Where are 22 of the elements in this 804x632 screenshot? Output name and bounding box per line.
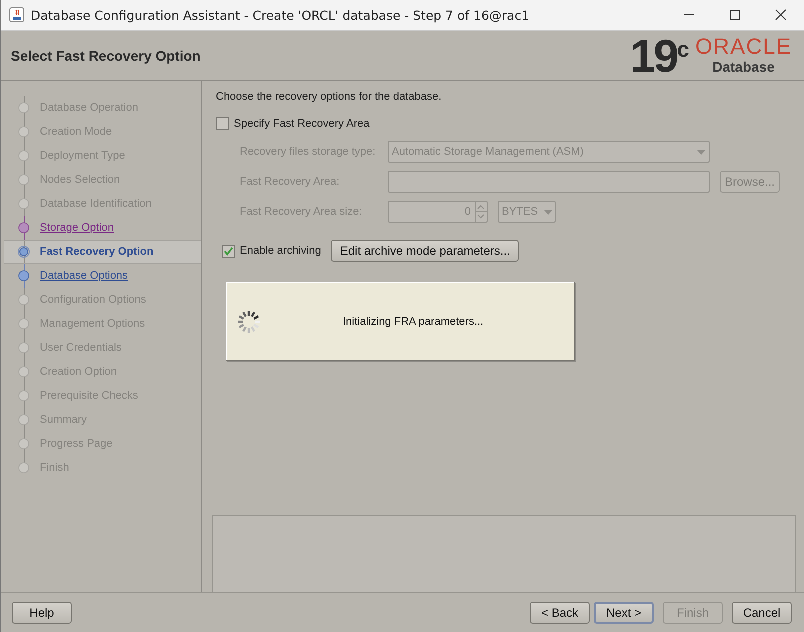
dialog-button[interactable]: Cancel: [732, 602, 792, 624]
product-name: Database: [712, 58, 775, 76]
version-number: 19: [630, 32, 678, 78]
step-item[interactable]: Storage Option: [40, 222, 114, 234]
step-item[interactable]: Database Options: [40, 270, 128, 282]
checkbox-label[interactable]: Enable archiving: [240, 245, 322, 257]
app-icon: [9, 7, 25, 23]
dialog-button[interactable]: Next >: [594, 602, 654, 624]
page-title: Select Fast Recovery Option: [11, 48, 201, 64]
dropdown-arrow-icon: [544, 210, 552, 214]
checkbox[interactable]: [222, 244, 235, 258]
brand-logo: ORACLE: [696, 36, 792, 58]
checkbox-label[interactable]: Specify Fast Recovery Area: [234, 118, 370, 130]
checkbox[interactable]: [216, 117, 229, 130]
dialog-button[interactable]: < Back: [530, 602, 590, 624]
progress-message: Initializing FRA parameters...: [343, 316, 484, 328]
archive-parameters-button[interactable]: Edit archive mode parameters...: [331, 240, 520, 262]
window-title: Database Configuration Assistant - Create 'ORCL' database - Step 7 of 16@rac1: [31, 8, 530, 22]
dropdown-arrow-icon: [697, 150, 706, 154]
version-suffix: c: [677, 36, 690, 62]
instruction-text: Choose the recovery options for the database.: [216, 91, 443, 105]
dialog-button[interactable]: Help: [12, 602, 72, 624]
